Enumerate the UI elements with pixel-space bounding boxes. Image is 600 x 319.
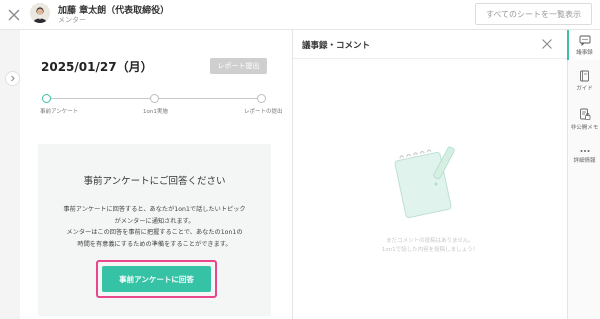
sheet-date: 2025/01/27（月） [41, 60, 153, 74]
chevron-right-icon [11, 75, 15, 82]
progress-steps: 事前アンケート 1on1実施 レポートの提出 [40, 92, 283, 122]
step-label-report: レポートの提出 [244, 109, 283, 115]
minutes-panel-title: 議事録・コメント [302, 41, 371, 51]
chat-icon [579, 35, 590, 46]
rail-active-indicator [567, 30, 569, 60]
step-dot-survey [42, 94, 51, 103]
survey-title: 事前アンケートにご回答ください [83, 176, 226, 187]
empty-message-line: 1on1で話した内容を投稿しましょう！ [381, 247, 479, 253]
rail-item-minutes[interactable]: 議事録 [567, 30, 600, 60]
rail-label: 詳細情報 [573, 158, 596, 164]
more-icon [580, 150, 589, 152]
rail-item-guide[interactable]: ガイド [568, 70, 600, 92]
submit-report-button[interactable]: レポート提出 [210, 58, 267, 74]
header: 加藤 章太朗（代表取締役） メンター すべてのシートを一覧表示 [0, 0, 600, 30]
answer-survey-button[interactable]: 事前アンケートに回答 [102, 266, 211, 292]
step-dot-report [257, 94, 266, 103]
book-icon [580, 70, 589, 82]
step-dot-1on1 [150, 94, 159, 103]
close-icon[interactable] [541, 38, 553, 50]
sheet-main-panel: 2025/01/27（月） レポート提出 事前アンケート 1on1実施 レポート… [20, 30, 292, 319]
survey-card: 事前アンケートにご回答ください 事前アンケートに回答すると、あなたが1on1で話… [38, 144, 271, 316]
survey-desc-line: 事前アンケートに回答すると、あなたが1on1で話したいトピック [63, 206, 246, 213]
user-role: メンター [58, 16, 86, 24]
survey-desc-line: がメンターに通知されます。 [114, 217, 195, 225]
minutes-panel: 議事録・コメント まだコメントの投稿はありません。 1on1で話した内容を投稿し… [293, 30, 567, 319]
rail-item-private-memo[interactable]: 非公開メモ [568, 108, 600, 131]
expand-button[interactable] [5, 71, 20, 86]
step-label-survey: 事前アンケート [40, 109, 79, 115]
panel-header-divider [293, 58, 567, 59]
left-gutter [0, 30, 20, 319]
step-label-1on1: 1on1実施 [143, 109, 168, 115]
rail-label: 非公開メモ [570, 125, 599, 131]
survey-description: 事前アンケートに回答すると、あなたが1on1で話したいトピック がメンターに通知… [38, 204, 271, 250]
rail-label: ガイド [576, 86, 593, 92]
close-icon[interactable] [6, 7, 22, 23]
view-all-sheets-button[interactable]: すべてのシートを一覧表示 [475, 3, 592, 25]
rail-item-details[interactable]: 詳細情報 [568, 148, 600, 164]
lock-note-icon [579, 108, 590, 120]
side-rail: 議事録 ガイド 非公開メモ 詳細情報 [567, 30, 600, 319]
cta-highlight: 事前アンケートに回答 [96, 260, 217, 298]
survey-desc-line: 時間を有意義にするための準備をすることができます。 [77, 240, 232, 248]
notepad-illustration [394, 146, 455, 219]
empty-message-line: まだコメントの投稿はありません。 [386, 238, 474, 244]
rail-label: 議事録 [576, 50, 593, 56]
survey-desc-line: メンターはこの回答を事前に把握することで、あなたの1on1の [66, 229, 243, 236]
avatar [30, 3, 50, 23]
empty-comments-message: まだコメントの投稿はありません。 1on1で話した内容を投稿しましょう！ [293, 237, 567, 255]
